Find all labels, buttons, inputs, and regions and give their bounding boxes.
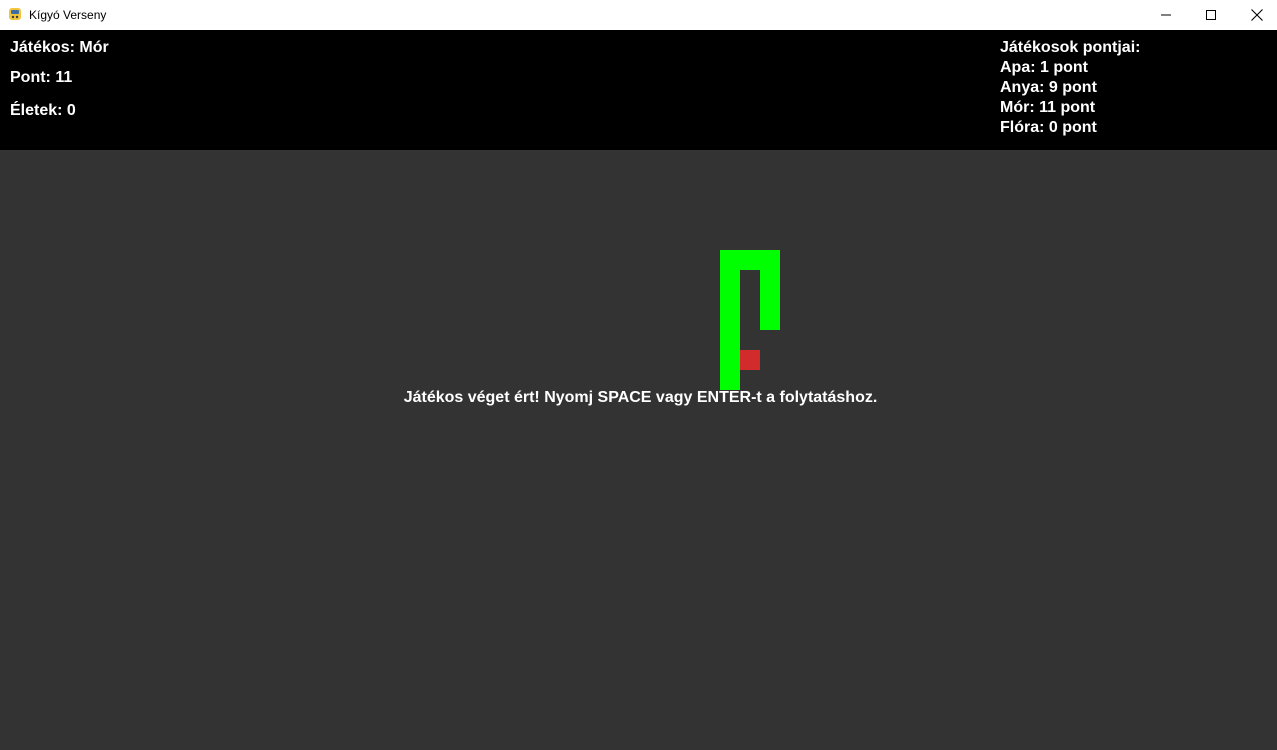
snake-segment <box>720 270 740 390</box>
window-titlebar: Kígyó Verseny <box>0 0 1277 30</box>
close-button[interactable] <box>1234 0 1277 30</box>
scoreboard-entry: Anya: 9 pont <box>1000 79 1097 96</box>
current-player-label: Játékos: Mór <box>10 39 109 56</box>
maximize-icon <box>1206 10 1216 20</box>
game-board: Játékos véget ért! Nyomj SPACE vagy ENTE… <box>0 150 1277 750</box>
scoreboard-title: Játékosok pontjai: <box>1000 39 1141 56</box>
minimize-icon <box>1161 14 1171 16</box>
snake-segment <box>720 250 780 270</box>
close-icon <box>1251 9 1263 21</box>
scoreboard-entry: Flóra: 0 pont <box>1000 119 1097 136</box>
window-title: Kígyó Verseny <box>29 8 107 22</box>
scoreboard-entry: Mór: 11 pont <box>1000 99 1096 116</box>
hud-panel: Játékos: Mór Pont: 11 Életek: 0 Játékoso… <box>0 30 1277 150</box>
score-label: Pont: 11 <box>10 69 73 86</box>
snake-segment <box>760 270 780 330</box>
python-snake-icon <box>9 8 21 20</box>
minimize-button[interactable] <box>1143 0 1189 30</box>
game-over-message: Játékos véget ért! Nyomj SPACE vagy ENTE… <box>403 389 878 406</box>
maximize-button[interactable] <box>1188 0 1234 30</box>
lives-label: Életek: 0 <box>10 102 76 119</box>
scoreboard-entry: Apa: 1 pont <box>1000 59 1088 76</box>
food-item <box>740 350 760 370</box>
